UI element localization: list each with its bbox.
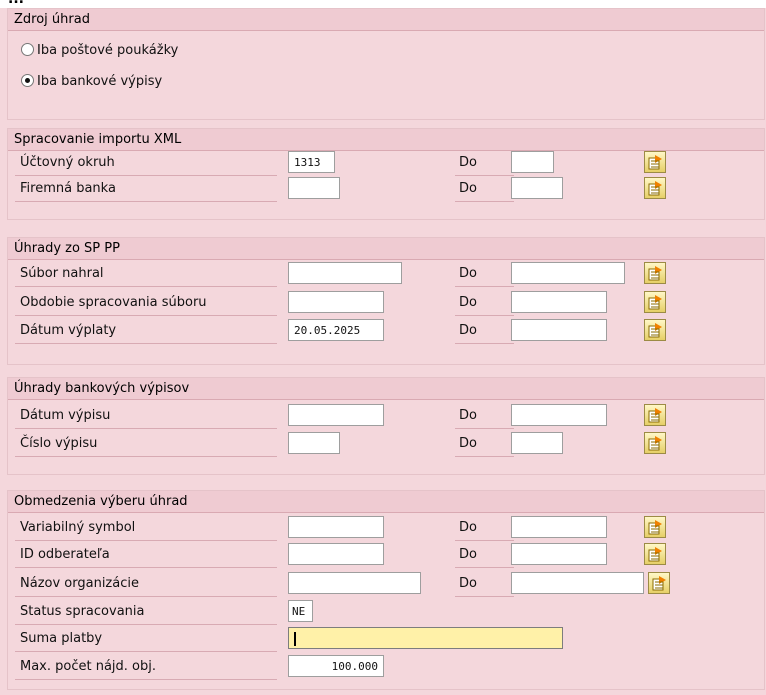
firemna-banka-to-input[interactable] bbox=[511, 177, 563, 199]
subor-nahral-to-input[interactable] bbox=[511, 262, 625, 284]
row-subor-nahral: Súbor nahral Do bbox=[8, 262, 764, 287]
do-label: Do bbox=[455, 177, 514, 202]
radio-bankove-vypisy[interactable]: Iba bankové výpisy bbox=[21, 72, 162, 92]
multiple-selection-arrow-icon bbox=[648, 295, 662, 310]
multiple-selection-arrow-icon bbox=[652, 576, 666, 591]
group-obmedzenia-vyberu: Obmedzenia výberu úhrad Variabilný symbo… bbox=[7, 490, 765, 690]
datum-vypisu-to-input[interactable] bbox=[511, 404, 607, 426]
multiple-selection-button[interactable] bbox=[644, 262, 666, 284]
group-uhrady-bankovych-vypisov: Úhrady bankových výpisov Dátum výpisu Do… bbox=[7, 377, 765, 475]
group-title: Obmedzenia výberu úhrad bbox=[8, 491, 764, 513]
window-title-strip: ... bbox=[0, 0, 766, 8]
row-id-odberatela: ID odberateľa Do bbox=[8, 543, 764, 568]
multiple-selection-button[interactable] bbox=[644, 151, 666, 173]
multiple-selection-arrow-icon bbox=[648, 547, 662, 562]
do-label: Do bbox=[455, 262, 514, 287]
field-label: Status spracovania bbox=[15, 600, 277, 625]
id-odberatela-to-input[interactable] bbox=[511, 543, 607, 565]
row-cislo-vypisu: Číslo výpisu Do bbox=[8, 432, 764, 457]
text-cursor bbox=[294, 632, 296, 646]
field-label: Variabilný symbol bbox=[15, 516, 277, 541]
variabilny-symbol-input[interactable] bbox=[288, 516, 384, 538]
field-label: Suma platby bbox=[15, 627, 277, 652]
variabilny-symbol-to-input[interactable] bbox=[511, 516, 607, 538]
nazov-organizacie-to-input[interactable] bbox=[511, 572, 644, 594]
cislo-vypisu-input[interactable] bbox=[288, 432, 340, 454]
nazov-organizacie-input[interactable] bbox=[288, 572, 421, 594]
do-label: Do bbox=[455, 572, 514, 597]
multiple-selection-arrow-icon bbox=[648, 266, 662, 281]
radio-button-checked[interactable] bbox=[21, 74, 34, 87]
row-status-spracovania: Status spracovania NE bbox=[8, 600, 764, 625]
row-obdobie-spracovania: Obdobie spracovania súboru Do bbox=[8, 291, 764, 316]
field-label: Súbor nahral bbox=[15, 262, 277, 287]
obdobie-spracovania-to-input[interactable] bbox=[511, 291, 607, 313]
group-title: Úhrady bankových výpisov bbox=[8, 378, 764, 400]
field-label: ID odberateľa bbox=[15, 543, 277, 568]
do-label: Do bbox=[455, 404, 514, 429]
row-suma-platby: Suma platby bbox=[8, 627, 764, 652]
field-label: Dátum výpisu bbox=[15, 404, 277, 429]
group-title: Zdroj úhrad bbox=[8, 9, 764, 31]
group-title: Spracovanie importu XML bbox=[8, 129, 764, 151]
radio-label: Iba poštové poukážky bbox=[37, 43, 179, 58]
id-odberatela-input[interactable] bbox=[288, 543, 384, 565]
field-label: Dátum výplaty bbox=[15, 319, 277, 344]
multiple-selection-arrow-icon bbox=[648, 408, 662, 423]
do-label: Do bbox=[455, 291, 514, 316]
multiple-selection-button[interactable] bbox=[648, 572, 670, 594]
field-label: Obdobie spracovania súboru bbox=[15, 291, 277, 316]
field-label: Max. počet nájd. obj. bbox=[15, 655, 277, 680]
group-uhrady-sp-pp: Úhrady zo SP PP Súbor nahral Do Obdobie … bbox=[7, 237, 765, 365]
uctovny-okruh-input[interactable]: 1313 bbox=[288, 151, 335, 173]
datum-vypisu-input[interactable] bbox=[288, 404, 384, 426]
multiple-selection-button[interactable] bbox=[644, 177, 666, 199]
subor-nahral-input[interactable] bbox=[288, 262, 402, 284]
multiple-selection-arrow-icon bbox=[648, 323, 662, 338]
multiple-selection-button[interactable] bbox=[644, 291, 666, 313]
firemna-banka-input[interactable] bbox=[288, 177, 340, 199]
do-label: Do bbox=[455, 543, 514, 568]
row-firemna-banka: Firemná banka Do bbox=[8, 177, 764, 202]
field-label: Názov organizácie bbox=[15, 572, 277, 597]
radio-label: Iba bankové výpisy bbox=[37, 74, 163, 89]
group-xml-import: Spracovanie importu XML Účtovný okruh 13… bbox=[7, 128, 765, 220]
row-datum-vyplaty: Dátum výplaty 20.05.2025 Do bbox=[8, 319, 764, 344]
obdobie-spracovania-input[interactable] bbox=[288, 291, 384, 313]
uctovny-okruh-to-input[interactable] bbox=[511, 151, 554, 173]
group-zdroj-uhrad: Zdroj úhrad Iba poštové poukážky Iba ban… bbox=[7, 8, 765, 120]
row-nazov-organizacie: Názov organizácie Do bbox=[8, 572, 764, 597]
row-datum-vypisu: Dátum výpisu Do bbox=[8, 404, 764, 429]
datum-vyplaty-input[interactable]: 20.05.2025 bbox=[288, 319, 384, 341]
max-pocet-input[interactable]: 100.000 bbox=[288, 655, 384, 677]
multiple-selection-arrow-icon bbox=[648, 155, 662, 170]
multiple-selection-button[interactable] bbox=[644, 319, 666, 341]
multiple-selection-button[interactable] bbox=[644, 404, 666, 426]
cislo-vypisu-to-input[interactable] bbox=[511, 432, 563, 454]
group-title: Úhrady zo SP PP bbox=[8, 238, 764, 260]
row-uctovny-okruh: Účtovný okruh 1313 Do bbox=[8, 151, 764, 176]
field-label: Účtovný okruh bbox=[15, 151, 277, 176]
multiple-selection-button[interactable] bbox=[644, 432, 666, 454]
field-label: Číslo výpisu bbox=[15, 432, 277, 457]
window-title-fragment: ... bbox=[8, 0, 24, 7]
multiple-selection-arrow-icon bbox=[648, 181, 662, 196]
do-label: Do bbox=[455, 432, 514, 457]
multiple-selection-arrow-icon bbox=[648, 436, 662, 451]
row-max-pocet: Max. počet nájd. obj. 100.000 bbox=[8, 655, 764, 680]
multiple-selection-arrow-icon bbox=[648, 520, 662, 535]
do-label: Do bbox=[455, 151, 514, 176]
status-spracovania-input[interactable]: NE bbox=[288, 600, 313, 622]
radio-button-unchecked[interactable] bbox=[21, 43, 34, 56]
do-label: Do bbox=[455, 319, 514, 344]
do-label: Do bbox=[455, 516, 514, 541]
multiple-selection-button[interactable] bbox=[644, 516, 666, 538]
radio-postove-poukazky[interactable]: Iba poštové poukážky bbox=[21, 41, 178, 61]
row-variabilny-symbol: Variabilný symbol Do bbox=[8, 516, 764, 541]
multiple-selection-button[interactable] bbox=[644, 543, 666, 565]
suma-platby-input[interactable] bbox=[288, 627, 563, 649]
field-label: Firemná banka bbox=[15, 177, 277, 202]
datum-vyplaty-to-input[interactable] bbox=[511, 319, 607, 341]
